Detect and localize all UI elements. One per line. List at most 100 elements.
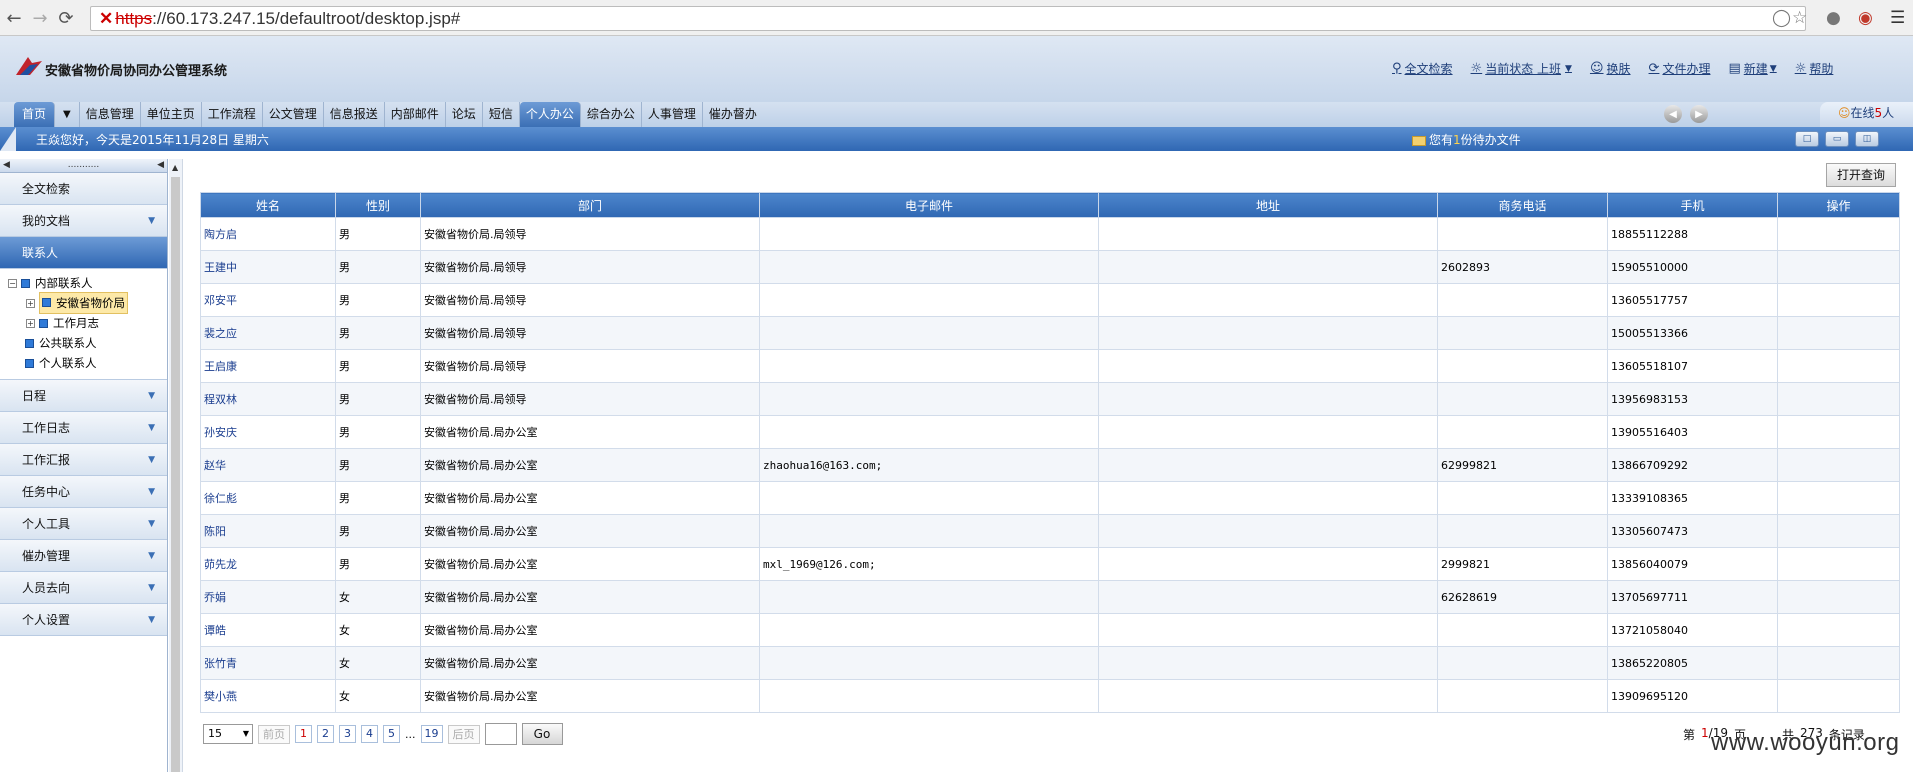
mobile-cell: 13605517757 [1607,283,1778,317]
name-cell[interactable]: 茆先龙 [200,547,336,581]
name-cell[interactable]: 徐仁彪 [200,481,336,515]
column-header[interactable]: 手机 [1607,192,1778,218]
nav-info-report[interactable]: 信息报送 [324,102,385,127]
nav-scroll-left-icon[interactable]: ◀ [1664,105,1682,123]
new-link[interactable]: ▤ 新建 ▼ [1728,60,1776,77]
page-link[interactable]: 3 [339,725,356,743]
collapse-right-icon[interactable]: ◀ [157,159,164,172]
name-cell[interactable]: 裴之应 [200,316,336,350]
nav-general-office[interactable]: 综合办公 [581,102,642,127]
nav-hr-management[interactable]: 人事管理 [642,102,703,127]
help-link[interactable]: ☼ 帮助 [1795,60,1834,77]
name-cell[interactable]: 王建中 [200,250,336,284]
tree-expand-icon[interactable]: + [26,298,35,308]
sidebar-item-personal-tools[interactable]: 个人工具 ▼ [0,508,167,540]
tree-node-internal[interactable]: − 内部联系人 [8,273,167,293]
go-button[interactable]: Go [521,723,563,745]
name-cell[interactable]: 孙安庆 [200,415,336,449]
online-users[interactable]: ☺在线5人 [1820,102,1913,127]
collapse-left-icon[interactable]: ◀ [3,159,10,172]
column-header[interactable]: 姓名 [200,192,336,218]
name-cell[interactable]: 樊小燕 [200,679,336,713]
name-cell[interactable]: 陈阳 [200,514,336,548]
tree-node-org[interactable]: + 安徽省物价局 [8,292,167,314]
reload-icon[interactable]: ⟳ [54,6,78,30]
nav-scroll-right-icon[interactable]: ▶ [1690,105,1708,123]
bookmark-star-icon[interactable]: ☆ [1792,8,1807,28]
page-link[interactable]: 2 [317,725,334,743]
mobile-cell: 13909695120 [1607,679,1778,713]
sidebar-item-contacts[interactable]: 联系人 [0,237,167,269]
sidebar-item-fulltext[interactable]: 全文检索 [0,173,167,205]
address-bar[interactable]: ✕ https://60.173.247.15/defaultroot/deskt… [90,6,1806,31]
vertical-scrollbar[interactable]: ▲ [169,159,183,772]
tree-collapse-icon[interactable]: − [8,278,17,288]
sidebar-item-task-center[interactable]: 任务中心 ▼ [0,476,167,508]
name-cell[interactable]: 王启康 [200,349,336,383]
scroll-up-icon[interactable]: ▲ [172,163,178,172]
tree-node-log[interactable]: + 工作月志 [8,313,167,333]
layout-monitor-icon[interactable]: ▭ [1825,131,1849,147]
last-page-link[interactable]: 19 [420,725,443,743]
page-link[interactable]: 1 [295,725,312,743]
nav-home[interactable]: 首页 [14,102,55,127]
sidebar-item-reminder[interactable]: 催办管理 ▼ [0,540,167,572]
nav-unit-home[interactable]: 单位主页 [141,102,202,127]
nav-supervision[interactable]: 催办督办 [703,102,763,127]
name-cell[interactable]: 邓安平 [200,283,336,317]
nav-dropdown-icon[interactable]: ▼ [55,102,80,127]
current-status-link[interactable]: ☼ 当前状态 上班 ▼ [1471,60,1572,77]
back-icon[interactable]: ← [2,6,26,30]
nav-forum[interactable]: 论坛 [446,102,483,127]
sidebar-item-whereabouts[interactable]: 人员去向 ▼ [0,572,167,604]
skin-link[interactable]: ☺ 换肤 [1590,60,1631,77]
column-header[interactable]: 部门 [420,192,760,218]
layout-single-icon[interactable]: □ [1795,131,1819,147]
sidebar-item-work-log[interactable]: 工作日志 ▼ [0,412,167,444]
prev-page-button[interactable]: 前页 [258,724,290,744]
page-link[interactable]: 4 [361,725,378,743]
collapse-corner-icon[interactable] [0,127,16,151]
pagination: 15 ▼ 前页 1 2 3 4 5 ... 19 后页 Go [203,723,563,745]
file-handling-link[interactable]: ⟳ 文件办理 [1649,60,1711,77]
fulltext-search-link[interactable]: ⚲ 全文检索 [1392,60,1453,77]
nav-personal-office[interactable]: 个人办公 [519,102,581,127]
forward-icon[interactable]: → [28,6,52,30]
nav-document-management[interactable]: 公文管理 [263,102,324,127]
column-header[interactable]: 电子邮件 [759,192,1099,218]
page-number-input[interactable] [484,723,517,745]
extension-icon-2[interactable]: ◉ [1858,8,1873,28]
scrollbar-thumb[interactable] [171,177,180,772]
column-header[interactable]: 性别 [335,192,421,218]
tree-expand-icon[interactable]: + [26,318,35,328]
sidebar-collapse-bar[interactable]: ◀ ........... ◀ [0,159,167,173]
column-header[interactable]: 地址 [1098,192,1438,218]
name-cell[interactable]: 乔娟 [200,580,336,614]
pending-files-link[interactable]: 您有1份待办文件 [1412,131,1521,148]
tree-node-personal[interactable]: 个人联系人 [8,353,167,373]
sidebar-item-settings[interactable]: 个人设置 ▼ [0,604,167,636]
name-cell[interactable]: 张竹青 [200,646,336,680]
name-cell[interactable]: 程双林 [200,382,336,416]
sidebar-item-my-documents[interactable]: 我的文档 ▼ [0,205,167,237]
open-search-button[interactable]: 打开查询 [1826,163,1896,187]
nav-sms[interactable]: 短信 [483,102,520,127]
menu-icon[interactable]: ☰ [1890,8,1905,28]
nav-workflow[interactable]: 工作流程 [202,102,263,127]
page-link[interactable]: 5 [383,725,400,743]
name-cell[interactable]: 谭皓 [200,613,336,647]
sidebar-item-schedule[interactable]: 日程 ▼ [0,380,167,412]
nav-info-management[interactable]: 信息管理 [80,102,141,127]
sidebar-item-work-report[interactable]: 工作汇报 ▼ [0,444,167,476]
name-cell[interactable]: 陶方启 [200,217,336,251]
nav-internal-mail[interactable]: 内部邮件 [385,102,446,127]
extension-icon[interactable]: ● [1826,8,1841,28]
next-page-button[interactable]: 后页 [447,724,480,744]
tree-node-public[interactable]: 公共联系人 [8,333,167,353]
page-size-select[interactable]: 15 ▼ [203,724,253,744]
layout-split-icon[interactable]: ◫ [1855,131,1879,147]
mobile-cell: 13305607473 [1607,514,1778,548]
column-header[interactable]: 商务电话 [1437,192,1608,218]
name-cell[interactable]: 赵华 [200,448,336,482]
shield-icon[interactable]: ◯ [1772,8,1791,28]
